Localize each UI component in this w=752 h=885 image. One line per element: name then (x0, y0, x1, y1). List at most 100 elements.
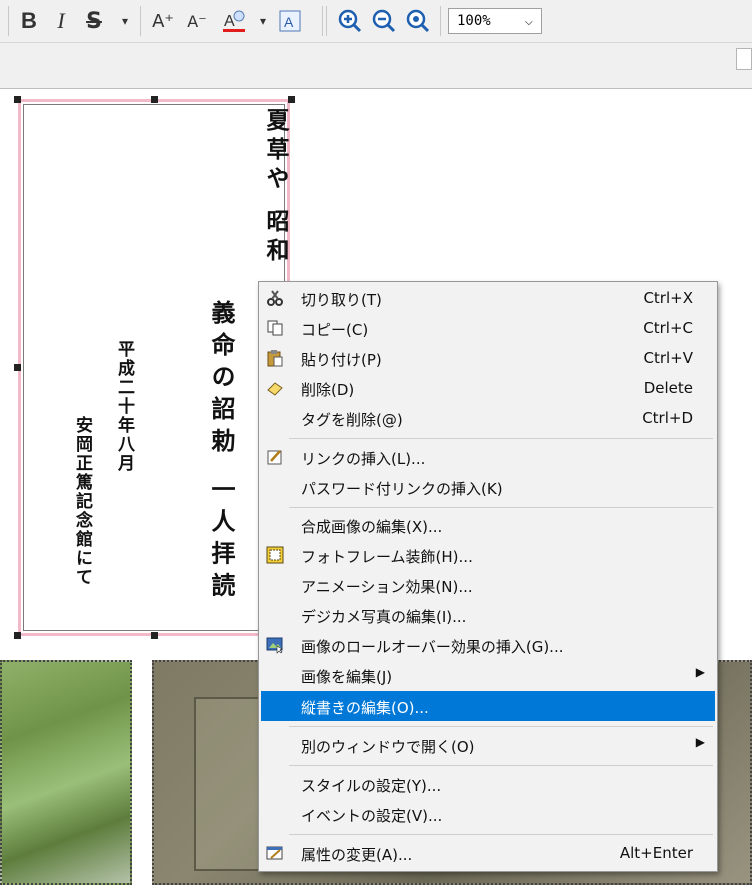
menu-item-open-new-window[interactable]: 別のウィンドウで開く(O) ▶ (261, 730, 715, 760)
rollover-image-icon (265, 635, 285, 655)
menu-item-label: 画像を編集(J) (301, 668, 393, 686)
menu-item-copy[interactable]: コピー(C) Ctrl+C (261, 313, 715, 343)
toolbar-separator (440, 6, 441, 36)
poem-column-1: 夏草や 昭和 (262, 108, 289, 268)
toolbar-separator (8, 6, 9, 36)
copy-icon (265, 318, 285, 338)
menu-item-paste[interactable]: 貼り付け(P) Ctrl+V (261, 343, 715, 373)
menu-item-animation[interactable]: アニメーション効果(N)... (261, 570, 715, 600)
menu-item-cut[interactable]: 切り取り(T) Ctrl+X (261, 283, 715, 313)
menu-item-edit-image[interactable]: 画像を編集(J) ▶ (261, 660, 715, 690)
menu-item-label: デジカメ写真の編集(I)... (301, 608, 467, 626)
menu-item-label: パスワード付リンクの挿入(K) (301, 480, 503, 498)
svg-text:A: A (224, 13, 235, 30)
menu-item-label: アニメーション効果(N)... (301, 578, 473, 596)
menu-item-label: リンクの挿入(L)... (301, 450, 426, 468)
menu-item-shortcut: Alt+Enter (619, 844, 693, 862)
strikethrough-button[interactable]: S (82, 6, 106, 36)
text-color-icon: A (223, 10, 245, 32)
toolbar-separator (140, 6, 141, 36)
text-style-button[interactable]: A (276, 6, 304, 36)
menu-item-shortcut: Ctrl+V (643, 349, 693, 367)
menu-item-shortcut: Delete (643, 379, 693, 397)
scissors-icon (265, 288, 285, 308)
menu-item-insert-password-link[interactable]: パスワード付リンクの挿入(K) (261, 472, 715, 502)
menu-item-label: フォトフレーム装飾(H)... (301, 548, 473, 566)
menu-item-insert-rollover[interactable]: 画像のロールオーバー効果の挿入(G)... (261, 630, 715, 660)
resize-handle[interactable] (14, 632, 21, 639)
menu-item-label: 画像のロールオーバー効果の挿入(G)... (301, 638, 564, 656)
menu-item-label: 切り取り(T) (301, 291, 382, 309)
menu-item-edit-vertical-text[interactable]: 縦書きの編集(O)... (261, 691, 715, 721)
menu-item-edit-camera-photo[interactable]: デジカメ写真の編集(I)... (261, 600, 715, 630)
zoom-select[interactable]: 100% ⌵ (448, 8, 542, 34)
svg-text:A: A (284, 14, 294, 30)
resize-handle[interactable] (14, 364, 21, 371)
text-box-icon: A (279, 10, 301, 32)
zoom-out-icon (372, 9, 396, 33)
menu-separator (289, 438, 713, 439)
font-size-up-button[interactable]: A⁺ (150, 6, 176, 36)
poem-image (23, 104, 285, 631)
submenu-arrow-icon: ▶ (695, 735, 705, 749)
toolbar-separator (326, 6, 327, 36)
poem-column-3: 平成二十年八月 (114, 340, 134, 473)
menu-item-label: コピー(C) (301, 321, 369, 339)
resize-handle[interactable] (151, 96, 158, 103)
menu-item-label: 別のウィンドウで開く(O) (301, 738, 475, 756)
zoom-in-button[interactable] (336, 6, 364, 36)
menu-item-edit-composite[interactable]: 合成画像の編集(X)... (261, 510, 715, 540)
strike-dropdown-arrow[interactable]: ▾ (118, 6, 132, 36)
toolbar-separator (322, 6, 323, 36)
menu-separator (289, 765, 713, 766)
menu-item-label: 縦書きの編集(O)... (301, 699, 429, 717)
poem-column-4: 安岡正篤記念館にて (72, 416, 92, 587)
context-menu: 切り取り(T) Ctrl+X コピー(C) Ctrl+C 貼り付け(P) Ctr… (258, 281, 718, 872)
menu-item-change-attributes[interactable]: 属性の変更(A)... Alt+Enter (261, 838, 715, 868)
format-toolbar: B I S ▾ A⁺ A⁻ A ▾ A 100% ⌵ (0, 0, 752, 43)
paste-icon (265, 348, 285, 368)
properties-icon (265, 843, 285, 863)
menu-item-delete[interactable]: 削除(D) Delete (261, 373, 715, 403)
italic-button[interactable]: I (48, 6, 74, 36)
font-size-down-button[interactable]: A⁻ (184, 6, 210, 36)
zoom-dropdown-icon: ⌵ (524, 13, 533, 29)
menu-separator (289, 507, 713, 508)
menu-item-label: タグを削除(@) (301, 411, 403, 429)
poem-column-2: 義命の詔勅 一人拝読 (207, 300, 236, 605)
resize-handle[interactable] (14, 96, 21, 103)
menu-item-shortcut: Ctrl+C (643, 319, 693, 337)
toolbar-input-stub[interactable] (736, 48, 752, 70)
menu-item-insert-link[interactable]: リンクの挿入(L)... (261, 442, 715, 472)
zoom-out-button[interactable] (370, 6, 398, 36)
menu-item-label: 貼り付け(P) (301, 351, 382, 369)
eraser-icon (265, 378, 285, 398)
menu-item-label: 削除(D) (301, 381, 355, 399)
menu-item-delete-tag[interactable]: タグを削除(@) Ctrl+D (261, 403, 715, 433)
zoom-value: 100% (457, 13, 491, 29)
menu-separator (289, 726, 713, 727)
zoom-fit-button[interactable] (404, 6, 432, 36)
menu-item-label: スタイルの設定(Y)... (301, 777, 442, 795)
bold-button[interactable]: B (16, 6, 42, 36)
zoom-fit-icon (406, 9, 430, 33)
menu-item-label: 合成画像の編集(X)... (301, 518, 443, 536)
menu-item-event-settings[interactable]: イベントの設定(V)... (261, 799, 715, 829)
link-edit-icon (265, 447, 285, 467)
menu-separator (289, 834, 713, 835)
secondary-toolbar (0, 43, 752, 89)
text-color-button[interactable]: A (220, 6, 248, 36)
menu-item-label: 属性の変更(A)... (301, 846, 413, 864)
submenu-arrow-icon: ▶ (695, 665, 705, 679)
zoom-in-icon (338, 9, 362, 33)
menu-item-label: イベントの設定(V)... (301, 807, 443, 825)
resize-handle[interactable] (151, 632, 158, 639)
tree-photo[interactable] (0, 660, 132, 885)
photo-frame-icon (265, 545, 285, 565)
menu-item-photo-frame[interactable]: フォトフレーム装飾(H)... (261, 540, 715, 570)
menu-item-shortcut: Ctrl+X (643, 289, 693, 307)
text-color-dropdown-arrow[interactable]: ▾ (256, 6, 270, 36)
menu-item-style-settings[interactable]: スタイルの設定(Y)... (261, 769, 715, 799)
resize-handle[interactable] (288, 96, 295, 103)
menu-item-shortcut: Ctrl+D (642, 409, 693, 427)
